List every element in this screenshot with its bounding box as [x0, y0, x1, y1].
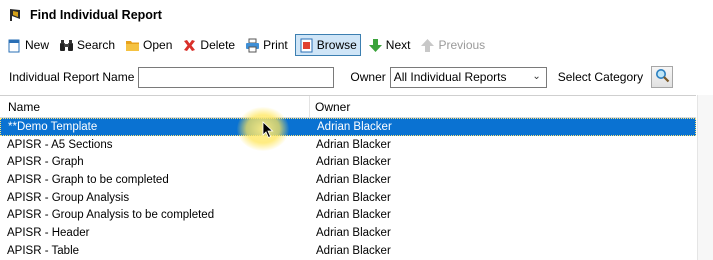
- row-owner: Adrian Blacker: [316, 138, 391, 151]
- row-name: APISR - Table: [7, 244, 80, 257]
- table-row[interactable]: APISR - Graph Adrian Blacker: [0, 153, 696, 171]
- row-name: APISR - Graph: [7, 156, 84, 169]
- arrow-up-icon: [420, 38, 435, 53]
- row-owner: Adrian Blacker: [316, 191, 391, 204]
- arrow-down-icon: [368, 38, 383, 53]
- report-list: Name Owner **Demo Template Adrian Blacke…: [0, 95, 696, 260]
- print-button[interactable]: Print: [242, 34, 291, 56]
- table-row[interactable]: APISR - Group Analysis to be completed A…: [0, 206, 696, 224]
- browse-icon: [299, 38, 314, 53]
- row-owner: Adrian Blacker: [316, 244, 391, 257]
- delete-button[interactable]: Delete: [179, 34, 238, 56]
- owner-label: Owner: [350, 70, 386, 84]
- table-row[interactable]: APISR - Graph to be completed Adrian Bla…: [0, 171, 696, 189]
- print-label: Print: [263, 38, 288, 52]
- window-title: Find Individual Report: [30, 8, 162, 22]
- table-row[interactable]: APISR - Group Analysis Adrian Blacker: [0, 189, 696, 207]
- magnifier-icon: [655, 68, 670, 86]
- mouse-pointer-icon: [262, 121, 274, 139]
- table-row[interactable]: APISR - A5 Sections Adrian Blacker: [0, 136, 696, 154]
- row-owner: Adrian Blacker: [316, 209, 391, 222]
- row-owner: Adrian Blacker: [317, 120, 392, 133]
- table-row[interactable]: APISR - Table Adrian Blacker: [0, 242, 696, 260]
- table-row[interactable]: **Demo Template Adrian Blacker: [0, 118, 696, 136]
- title-bar: Find Individual Report: [0, 0, 713, 30]
- folder-open-icon: [125, 38, 140, 53]
- open-button[interactable]: Open: [122, 34, 175, 56]
- next-label: Next: [385, 38, 411, 52]
- grid-header: Name Owner: [0, 96, 696, 118]
- select-category-button[interactable]: [651, 66, 674, 88]
- delete-x-icon: [182, 38, 197, 53]
- owner-dropdown[interactable]: All Individual Reports ⌄: [389, 66, 547, 88]
- previous-button[interactable]: Previous: [417, 34, 488, 56]
- row-owner: Adrian Blacker: [316, 173, 391, 186]
- row-name: APISR - Group Analysis to be completed: [7, 209, 215, 222]
- delete-label: Delete: [200, 38, 236, 52]
- owner-dropdown-value: All Individual Reports: [393, 70, 507, 84]
- vertical-scrollbar[interactable]: [697, 95, 713, 260]
- report-app-icon: [8, 7, 24, 23]
- browse-button[interactable]: Browse: [294, 34, 361, 56]
- chevron-down-icon: ⌄: [532, 70, 541, 82]
- browse-label: Browse: [316, 38, 357, 52]
- search-button[interactable]: Search: [56, 34, 118, 56]
- next-button[interactable]: Next: [365, 34, 414, 56]
- printer-icon: [245, 38, 260, 53]
- new-document-icon: [7, 38, 22, 53]
- row-owner: Adrian Blacker: [316, 226, 391, 239]
- report-name-label: Individual Report Name: [9, 70, 135, 84]
- new-button[interactable]: New: [4, 34, 52, 56]
- row-owner: Adrian Blacker: [316, 156, 391, 169]
- search-label: Search: [77, 38, 116, 52]
- row-name: APISR - Graph to be completed: [7, 173, 169, 186]
- table-row[interactable]: APISR - Header Adrian Blacker: [0, 224, 696, 242]
- toolbar: New Search Open Delete Print Browse Next…: [0, 32, 713, 58]
- previous-label: Previous: [438, 38, 486, 52]
- open-label: Open: [143, 38, 173, 52]
- filter-bar: Individual Report Name Owner All Individ…: [0, 64, 713, 90]
- new-label: New: [25, 38, 50, 52]
- row-name: APISR - Group Analysis: [7, 191, 130, 204]
- column-header-owner[interactable]: Owner: [310, 100, 350, 114]
- binoculars-icon: [59, 38, 74, 53]
- select-category-label: Select Category: [557, 70, 644, 84]
- report-name-input[interactable]: [138, 66, 335, 88]
- row-name: APISR - Header: [7, 226, 90, 239]
